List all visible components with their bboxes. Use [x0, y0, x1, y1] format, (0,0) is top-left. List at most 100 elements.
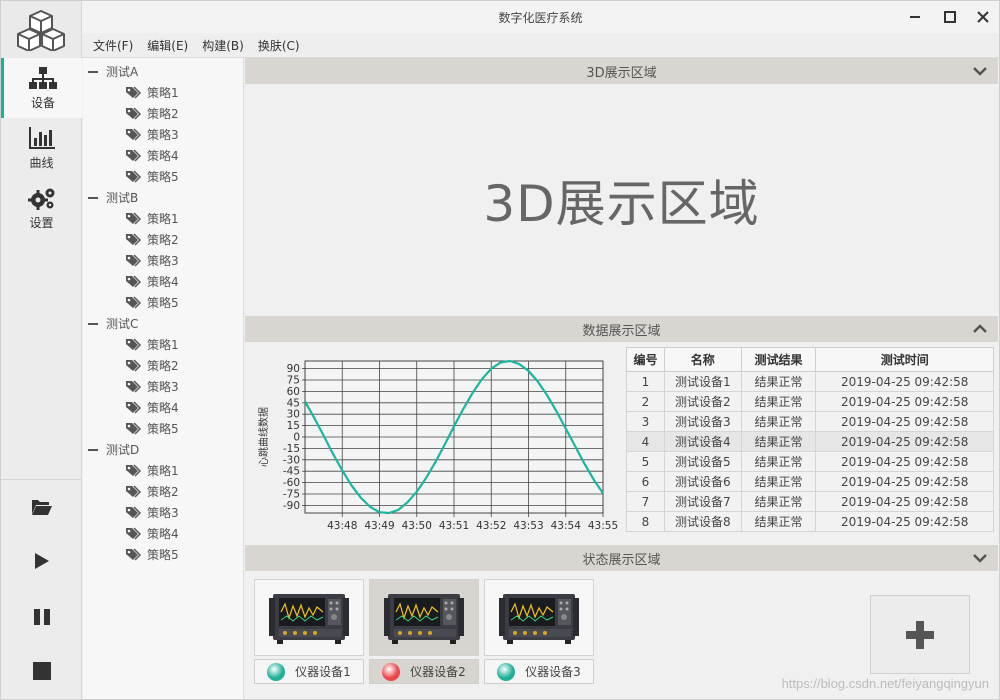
collapse-minus-icon[interactable]	[88, 448, 98, 451]
tree-leaf-item[interactable]: 策略5	[125, 166, 179, 187]
cubes-logo-icon	[17, 9, 65, 51]
device-card[interactable]	[484, 579, 594, 656]
column-header[interactable]: 测试时间	[815, 347, 994, 372]
y-tick-label: 30	[287, 409, 300, 421]
tree-leaf-item[interactable]: 策略1	[125, 208, 179, 229]
chevron-down-icon[interactable]	[972, 550, 988, 566]
table-cell: 测试设备8	[663, 511, 742, 532]
tree-leaf-item[interactable]: 策略3	[125, 376, 179, 397]
chevron-down-icon[interactable]	[972, 63, 988, 79]
device-card[interactable]	[254, 579, 364, 656]
column-header[interactable]: 编号	[626, 347, 665, 372]
tree-leaf-item[interactable]: 策略4	[125, 523, 179, 544]
play-button[interactable]	[1, 534, 82, 588]
tags-icon	[126, 464, 141, 477]
tree-leaf-item[interactable]: 策略3	[125, 502, 179, 523]
tree-leaf-item[interactable]: 策略5	[125, 544, 179, 565]
menu-file[interactable]: 文件(F)	[86, 37, 140, 54]
chevron-up-icon[interactable]	[972, 321, 988, 337]
heartbeat-chart: 9075604530150-15-30-45-60-75-90 43:48 43:4…	[257, 359, 618, 532]
pause-button[interactable]	[1, 590, 82, 644]
section-3d-title: 3D展示区域	[586, 65, 657, 81]
device-status-label[interactable]: 仪器设备1	[254, 659, 364, 684]
table-row[interactable]: 5 测试设备5 结果正常 2019-04-25 09:42:58	[626, 451, 994, 472]
tree-leaf-item[interactable]: 策略2	[125, 103, 179, 124]
tree-group-node[interactable]: 测试D	[83, 439, 139, 460]
tree-leaf-label: 策略2	[147, 107, 179, 121]
collapse-minus-icon[interactable]	[88, 70, 98, 73]
tree-leaf-label: 策略3	[147, 128, 179, 142]
y-tick-label: -45	[283, 466, 300, 478]
table-cell: 2019-04-25 09:42:58	[815, 451, 994, 472]
collapse-minus-icon[interactable]	[88, 196, 98, 199]
table-row[interactable]: 6 测试设备6 结果正常 2019-04-25 09:42:58	[626, 471, 994, 492]
tree-group-node[interactable]: 测试B	[83, 187, 138, 208]
tree-leaf-label: 策略1	[147, 464, 179, 478]
y-tick-label: 15	[287, 420, 300, 432]
tree-leaf-item[interactable]: 策略5	[125, 292, 179, 313]
table-row[interactable]: 1 测试设备1 结果正常 2019-04-25 09:42:58	[626, 371, 994, 392]
nav-item-device[interactable]: 设备	[1, 58, 82, 118]
device-status-label[interactable]: 仪器设备2	[369, 659, 479, 684]
column-header[interactable]: 名称	[663, 347, 742, 372]
device-name: 仪器设备3	[525, 665, 581, 679]
gears-icon	[27, 188, 54, 210]
menu-skin[interactable]: 换肤(C)	[251, 37, 307, 54]
tree-leaf-item[interactable]: 策略4	[125, 145, 179, 166]
tree-leaf-item[interactable]: 策略4	[125, 271, 179, 292]
tree-group-node[interactable]: 测试A	[83, 61, 138, 82]
minimize-icon	[910, 16, 920, 18]
add-device-button[interactable]	[870, 595, 970, 674]
maximize-button[interactable]	[934, 1, 966, 33]
tree-leaf-item[interactable]: 策略4	[125, 397, 179, 418]
tree-leaf-item[interactable]: 策略2	[125, 355, 179, 376]
tree-leaf-label: 策略5	[147, 422, 179, 436]
table-row[interactable]: 4 测试设备4 结果正常 2019-04-25 09:42:58	[626, 431, 994, 452]
table-cell: 测试设备7	[663, 491, 742, 512]
table-cell: 测试设备2	[663, 391, 742, 412]
section-data-title: 数据展示区域	[582, 323, 661, 339]
x-tick-label: 43:51	[439, 520, 469, 532]
tree-leaf-label: 策略1	[147, 212, 179, 226]
tree-leaf-item[interactable]: 策略3	[125, 250, 179, 271]
pause-icon	[33, 609, 50, 625]
tree-group-node[interactable]: 测试C	[83, 313, 138, 334]
network-icon	[29, 66, 57, 89]
tags-icon	[126, 275, 141, 288]
tree-leaf-item[interactable]: 策略2	[125, 229, 179, 250]
minimize-button[interactable]	[899, 1, 931, 33]
table-row[interactable]: 8 测试设备8 结果正常 2019-04-25 09:42:58	[626, 511, 994, 532]
nav-settings-label: 设置	[29, 215, 54, 230]
x-tick-label: 43:54	[551, 520, 582, 532]
table-row[interactable]: 2 测试设备2 结果正常 2019-04-25 09:42:58	[626, 391, 994, 412]
device-status-label[interactable]: 仪器设备3	[484, 659, 594, 684]
status-led-icon	[497, 662, 516, 681]
y-tick-label: 60	[287, 386, 300, 398]
menu-edit[interactable]: 编辑(E)	[140, 37, 195, 54]
nav-item-curve[interactable]: 曲线	[1, 118, 82, 178]
menu-build[interactable]: 构建(B)	[195, 37, 251, 54]
collapse-minus-icon[interactable]	[88, 322, 98, 325]
tree-leaf-item[interactable]: 策略1	[125, 82, 179, 103]
tree-leaf-item[interactable]: 策略1	[125, 334, 179, 355]
nav-item-settings[interactable]: 设置	[1, 178, 82, 238]
device-card[interactable]	[369, 579, 479, 656]
stop-button[interactable]	[1, 644, 82, 698]
tags-icon	[126, 170, 141, 183]
tree-leaf-item[interactable]: 策略2	[125, 481, 179, 502]
column-header[interactable]: 测试结果	[740, 347, 817, 372]
close-button[interactable]	[967, 1, 999, 33]
table-cell: 2019-04-25 09:42:58	[815, 391, 994, 412]
table-cell: 1	[626, 371, 665, 392]
tree-leaf-label: 策略4	[147, 275, 179, 289]
open-folder-button[interactable]	[1, 480, 82, 534]
tree-leaf-item[interactable]: 策略5	[125, 418, 179, 439]
table-row[interactable]: 3 测试设备3 结果正常 2019-04-25 09:42:58	[626, 411, 994, 432]
section-status-title: 状态展示区域	[582, 552, 661, 568]
table-row[interactable]: 7 测试设备7 结果正常 2019-04-25 09:42:58	[626, 491, 994, 512]
test-tree: 测试A 策略1 策略2 策略3 策略4 策略5 测试B 策略1 策略2 策略3 策略4 策略5 测试C 策…	[83, 58, 244, 699]
y-tick-label: -30	[283, 454, 300, 466]
tree-leaf-item[interactable]: 策略3	[125, 124, 179, 145]
tags-icon	[126, 107, 141, 120]
tree-leaf-item[interactable]: 策略1	[125, 460, 179, 481]
